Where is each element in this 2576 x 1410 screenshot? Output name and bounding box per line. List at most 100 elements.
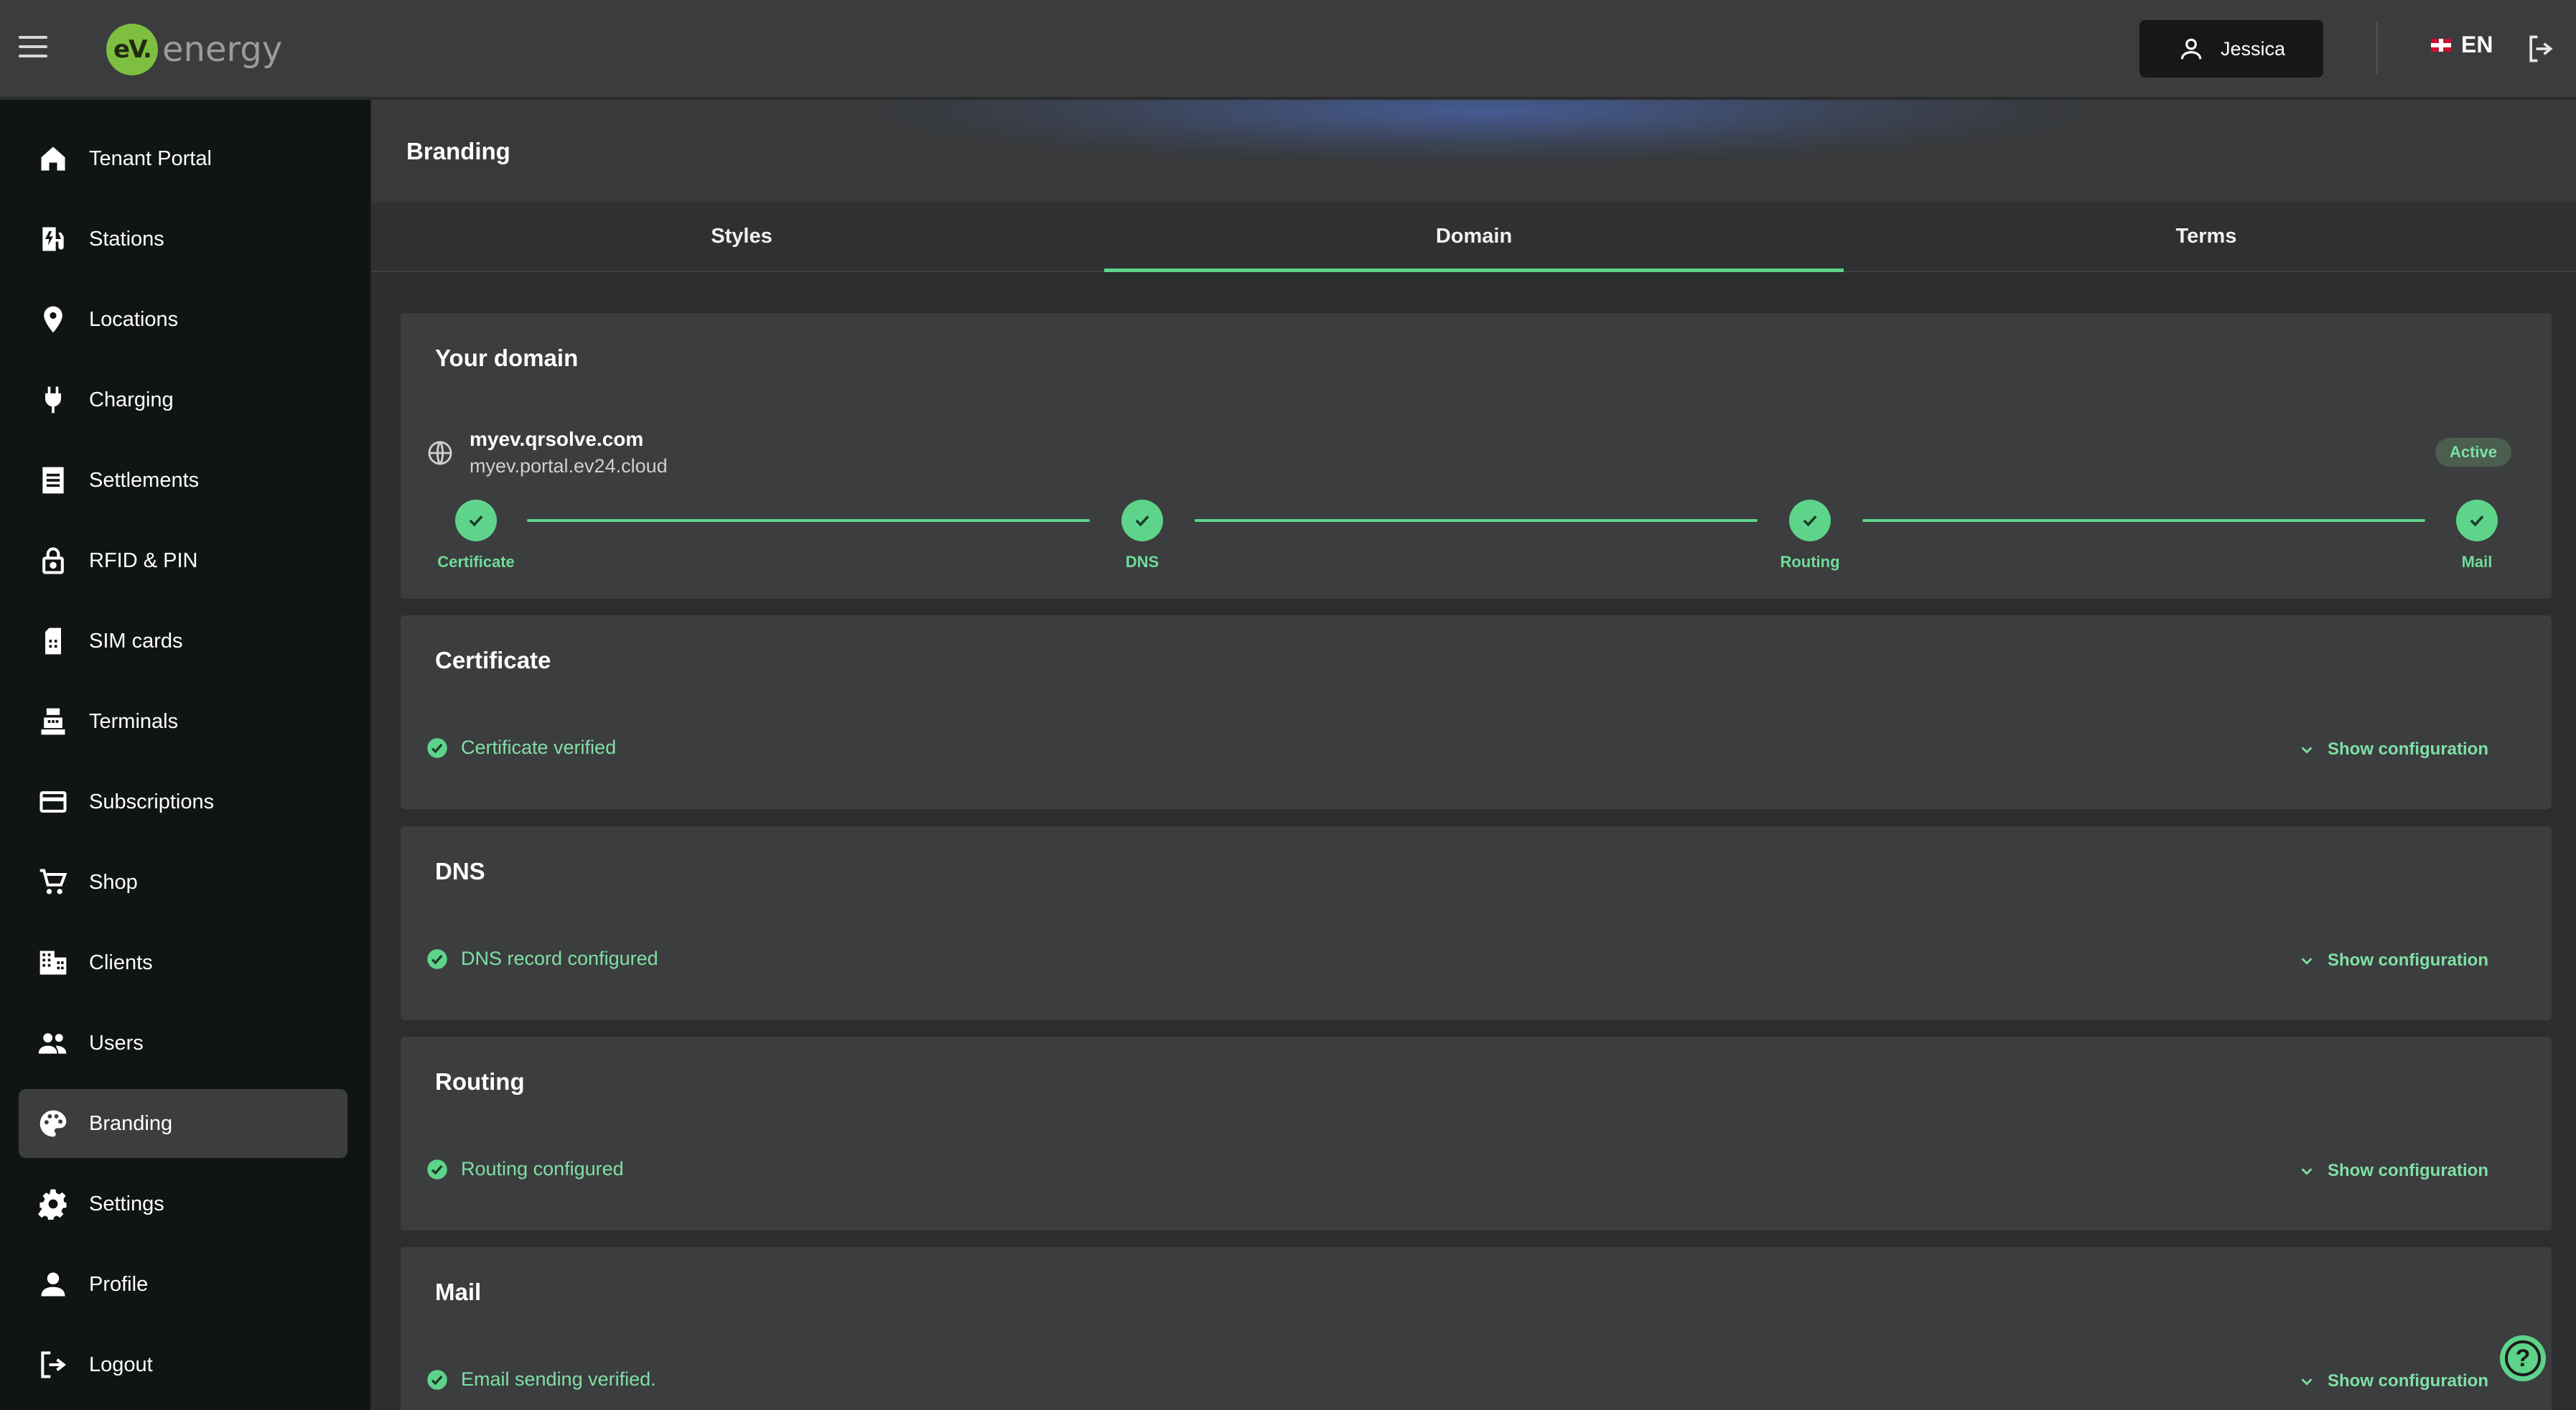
check-circle-icon (427, 737, 447, 758)
primary-domain: myev.qrsolve.com (470, 428, 644, 450)
sidebar-item-terminals[interactable]: Terminals (19, 687, 347, 756)
language-code: EN (2461, 32, 2493, 57)
show-configuration-label: Show configuration (2328, 951, 2488, 970)
card-title: Routing (435, 1068, 525, 1095)
ev-station-icon (36, 222, 70, 256)
sidebar-item-label: Stations (89, 227, 164, 251)
sidebar-item-profile[interactable]: Profile (19, 1250, 347, 1319)
show-configuration-label: Show configuration (2328, 1161, 2488, 1180)
show-configuration-button[interactable]: Show configuration (2299, 951, 2488, 971)
step-label: Certificate (437, 553, 515, 571)
show-configuration-button[interactable]: Show configuration (2299, 739, 2488, 760)
location-pin-icon (36, 302, 70, 337)
card-title: Certificate (435, 647, 551, 673)
dns-card: DNS DNS record configured Show configura… (401, 826, 2552, 1020)
tab-terms[interactable]: Terms (1837, 202, 2576, 271)
sidebar-item-subscriptions[interactable]: Subscriptions (19, 767, 347, 836)
sidebar-item-label: Users (89, 1031, 144, 1055)
uk-flag-icon (2431, 38, 2451, 52)
sidebar-item-label: Branding (89, 1111, 173, 1135)
language-selector[interactable]: EN (2431, 32, 2493, 58)
sidebar-item-rfid-pin[interactable]: RFID & PIN (19, 526, 347, 595)
sidebar-item-logout[interactable]: Logout (19, 1330, 347, 1399)
logo-text: energy (162, 29, 283, 70)
card-title: Mail (435, 1279, 482, 1305)
show-configuration-button[interactable]: Show configuration (2299, 1371, 2488, 1391)
person-icon (36, 1267, 70, 1302)
header-glow (874, 100, 2095, 164)
user-name: Jessica (2220, 37, 2286, 60)
status-row: Certificate verified (426, 737, 616, 759)
sidebar-item-charging[interactable]: Charging (19, 365, 347, 434)
logout-icon[interactable] (2524, 33, 2556, 68)
step-connector (1195, 519, 1758, 522)
step-connector (1862, 519, 2425, 522)
sidebar-item-sim-cards[interactable]: SIM cards (19, 607, 347, 676)
step-label: Mail (2461, 553, 2493, 571)
sidebar-item-label: Logout (89, 1353, 153, 1376)
check-circle-icon (427, 948, 447, 969)
status-text: Email sending verified. (461, 1368, 656, 1390)
home-icon (36, 141, 70, 176)
show-configuration-label: Show configuration (2328, 1371, 2488, 1391)
logout-icon (36, 1348, 70, 1382)
sidebar-item-stations[interactable]: Stations (19, 205, 347, 274)
help-icon: ? (2505, 1340, 2541, 1376)
user-menu-button[interactable]: Jessica (2139, 20, 2323, 78)
check-icon (455, 500, 497, 541)
secondary-domain: myev.portal.ev24.cloud (470, 455, 668, 477)
palette-icon (36, 1106, 70, 1141)
main-content: Branding Styles Domain Terms Your domain… (372, 100, 2576, 1410)
building-icon (36, 946, 70, 980)
plug-icon (36, 383, 70, 417)
tab-bar: Styles Domain Terms (372, 202, 2576, 272)
tab-styles[interactable]: Styles (372, 202, 1111, 271)
sidebar-item-locations[interactable]: Locations (19, 285, 347, 354)
logo-badge: eV. (106, 24, 158, 75)
check-circle-icon (427, 1159, 447, 1180)
top-bar: eV. energy Jessica EN (0, 0, 2576, 98)
step-dns: DNS (1092, 500, 1193, 571)
sidebar-item-branding[interactable]: Branding (19, 1089, 347, 1158)
show-configuration-button[interactable]: Show configuration (2299, 1161, 2488, 1181)
sidebar-item-label: Terminals (89, 709, 179, 733)
sidebar-item-shop[interactable]: Shop (19, 848, 347, 917)
sidebar-item-tenant-portal[interactable]: Tenant Portal (19, 124, 347, 193)
sidebar-item-settlements[interactable]: Settlements (19, 446, 347, 515)
sidebar-item-clients[interactable]: Clients (19, 928, 347, 997)
menu-icon[interactable] (19, 36, 47, 60)
sidebar-item-label: Clients (89, 951, 153, 974)
sidebar-item-label: Subscriptions (89, 790, 215, 813)
sidebar-item-label: Profile (89, 1272, 149, 1296)
sidebar-item-label: RFID & PIN (89, 548, 198, 572)
check-icon (1789, 500, 1831, 541)
gear-icon (36, 1187, 70, 1221)
step-connector (527, 519, 1090, 522)
chevron-down-icon (2301, 958, 2313, 965)
globe-icon (428, 441, 452, 464)
domain-card: Your domain myev.qrsolve.com myev.portal… (401, 313, 2552, 599)
routing-card: Routing Routing configured Show configur… (401, 1037, 2552, 1231)
status-badge: Active (2435, 438, 2511, 467)
cart-icon (36, 865, 70, 900)
sidebar-item-label: Settlements (89, 468, 200, 492)
certificate-card: Certificate Certificate verified Show co… (401, 615, 2552, 809)
status-row: Routing configured (426, 1158, 624, 1180)
terminal-icon (36, 704, 70, 739)
mail-card: Mail Email sending verified. Show config… (401, 1247, 2552, 1410)
credit-card-icon (36, 785, 70, 819)
help-button[interactable]: ? (2500, 1335, 2546, 1381)
sidebar-item-label: Shop (89, 870, 138, 894)
sim-card-icon (36, 624, 70, 658)
sidebar-item-settings[interactable]: Settings (19, 1169, 347, 1238)
sidebar-item-label: Charging (89, 388, 174, 411)
user-icon (2180, 38, 2202, 60)
card-title: DNS (435, 858, 485, 884)
header-divider (2376, 22, 2378, 75)
sidebar: Tenant Portal Stations Locations Chargin… (0, 100, 370, 1410)
check-icon (1121, 500, 1163, 541)
sidebar-item-users[interactable]: Users (19, 1009, 347, 1078)
tab-domain[interactable]: Domain (1104, 202, 1844, 272)
card-title: Your domain (435, 345, 579, 371)
app-logo[interactable]: eV. energy (106, 23, 282, 76)
